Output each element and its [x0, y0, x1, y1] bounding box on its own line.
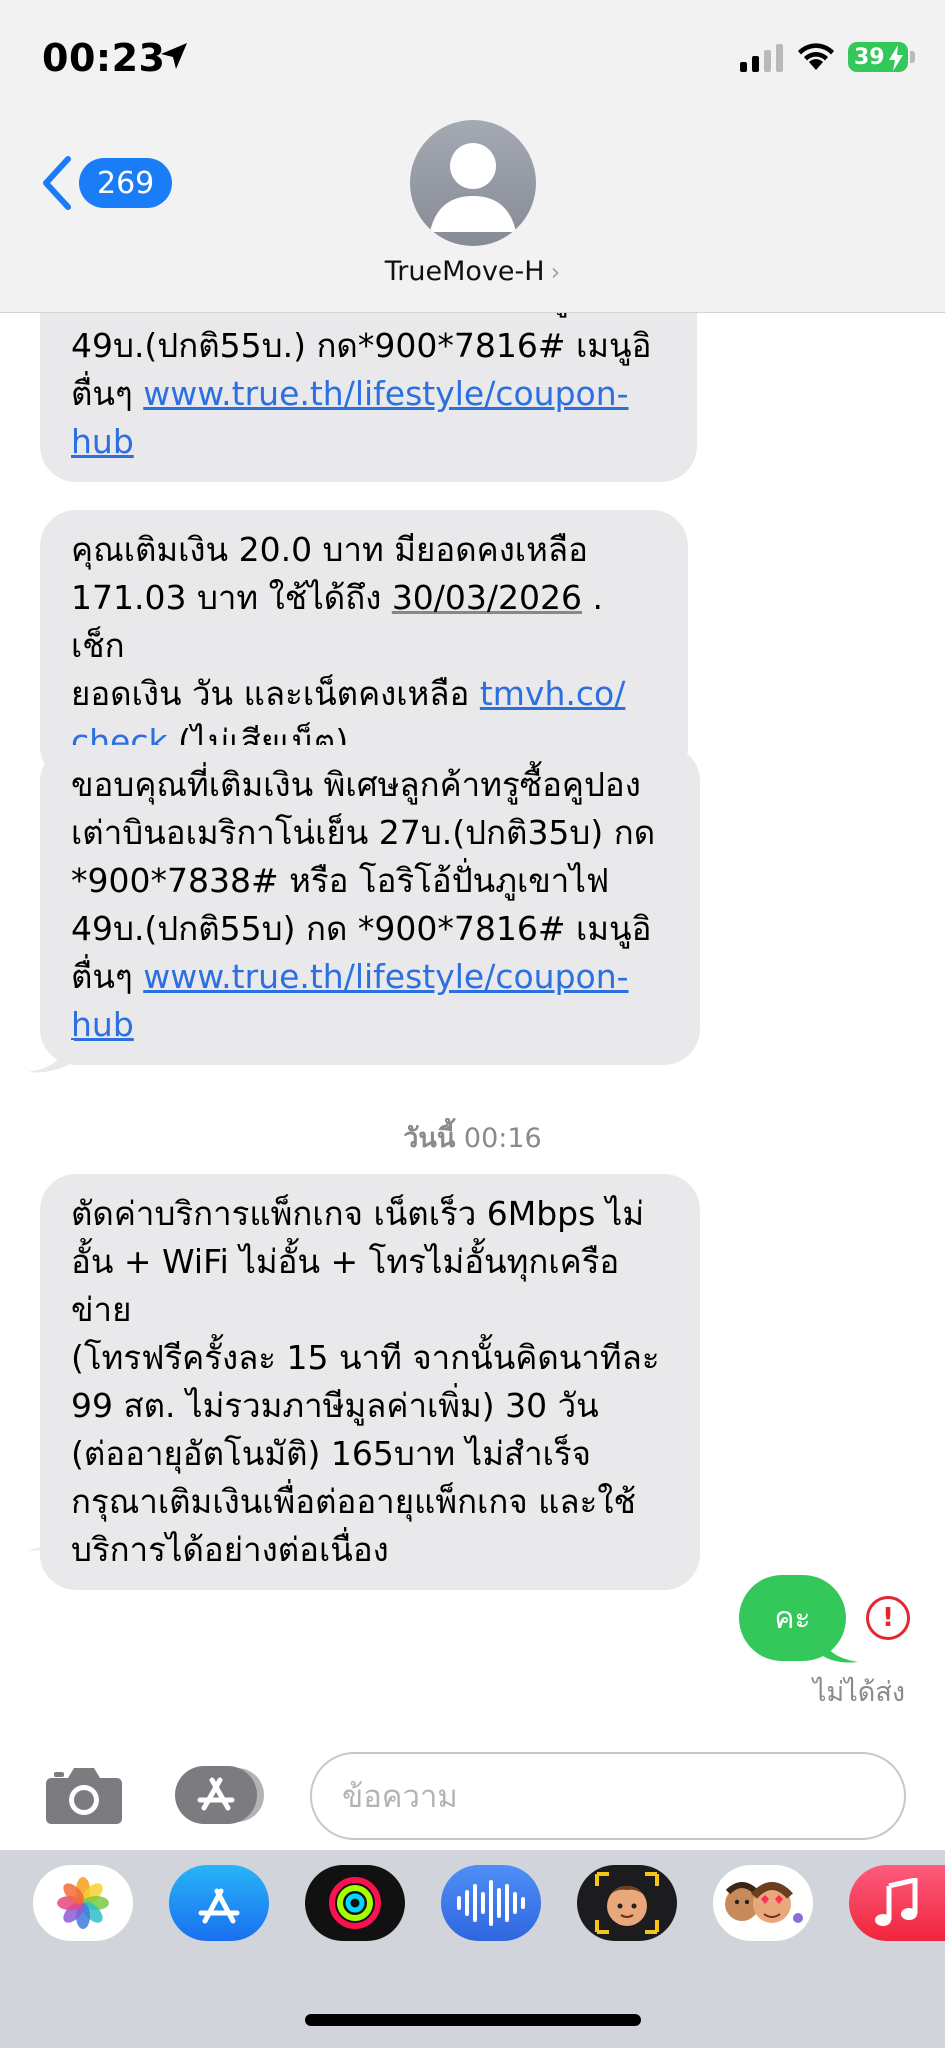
music-app-icon[interactable]: [849, 1865, 945, 1941]
message-line: ยอดเงิน วัน และเน็ตคงเหลือ: [71, 674, 480, 713]
outgoing-message-text: คะ: [774, 1600, 811, 1636]
coupon-hub-link[interactable]: www.true.th/lifestyle/coupon-: [143, 957, 628, 996]
check-link[interactable]: tmvh.co/: [480, 674, 625, 713]
battery-level: 39: [854, 44, 885, 70]
message-line: (ต่ออายุอัตโนมัติ) 165บาท ไม่สำเร็จ: [71, 1434, 591, 1473]
location-arrow-icon: [161, 43, 187, 69]
app-store-glyph-icon: [198, 1888, 240, 1924]
status-bar: 00:23 39: [0, 0, 945, 110]
message-input-placeholder: ข้อความ: [342, 1779, 458, 1815]
contact-name: TrueMove-H: [384, 256, 545, 287]
message-line: 49บ.(ปกติ55บ) กด *900*7816# เมนูอิ: [71, 909, 652, 948]
bubble-tail: [28, 1518, 74, 1551]
photos-app-icon[interactable]: [33, 1865, 133, 1941]
message-bubble[interactable]: ตัดค่าบริการแพ็กเกจ เน็ตเร็ว 6Mbps ไม่ อ…: [40, 1174, 700, 1590]
fitness-app-icon[interactable]: [305, 1865, 405, 1941]
status-time: 00:23: [42, 36, 166, 80]
message-bubble[interactable]: ขอบคุณที่เติมเงิน พิเศษลูกค้าทรูซื้อคูปอ…: [40, 745, 700, 1065]
contact-avatar[interactable]: [410, 120, 536, 246]
person-icon: [430, 143, 516, 232]
coupon-hub-link-cont[interactable]: hub: [71, 1005, 134, 1044]
message-input[interactable]: ข้อความ: [310, 1752, 906, 1840]
message-line: 171.03 บาท ใช้ได้ถึง: [71, 578, 392, 617]
message-line: (โทรฟรีครั้งละ 15 นาที จากนั้นคิดนาทีละ: [71, 1338, 660, 1377]
contact-name-button[interactable]: TrueMove-H ›: [0, 256, 945, 287]
message-line: ตัดค่าบริการแพ็กเกจ เน็ตเร็ว 6Mbps ไม่: [71, 1194, 645, 1233]
bubble-tail: [28, 1040, 74, 1073]
not-delivered-label: ไม่ได้ส่ง: [812, 1677, 905, 1708]
app-store-app-icon[interactable]: [169, 1865, 269, 1941]
message-line: เต่าบินอเมริกาโน่เย็น 27บ.(ปกติ35บ) กด: [71, 813, 656, 852]
coupon-hub-link[interactable]: www.true.th/lifestyle/coupon-: [143, 374, 628, 413]
wifi-icon: [798, 43, 834, 70]
timestamp-day: วันนี้: [403, 1123, 456, 1154]
message-line: ตื่นๆ: [71, 957, 133, 996]
timestamp: วันนี้ 00:16: [0, 1116, 945, 1159]
message-line: ตื่นๆ: [71, 374, 133, 413]
battery-cap: [910, 51, 915, 63]
home-indicator[interactable]: [305, 2014, 641, 2026]
sticker-faces-icon: [725, 1882, 803, 1923]
chevron-right-icon: ›: [550, 258, 561, 286]
photos-icon: [57, 1877, 109, 1929]
audio-message-app-icon[interactable]: [441, 1865, 541, 1941]
message-line: *900*7838# หรือ โอริโอ้ปั่นภูเขาไฟ: [71, 861, 610, 900]
message-line: คุณเติมเงิน 20.0 บาท มียอดคงเหลือ: [71, 530, 588, 569]
message-bubble[interactable]: คุณเติมเงิน 20.0 บาท มียอดคงเหลือ 171.03…: [40, 510, 688, 782]
memoji-stickers-app-icon[interactable]: [713, 1865, 813, 1941]
cellular-signal-icon: [740, 42, 783, 72]
activity-rings-icon: [329, 1877, 381, 1929]
waveform-icon: [457, 1880, 525, 1926]
app-store-icon[interactable]: [174, 1764, 270, 1826]
message-line: 49บ.(ปกติ55บ.) กด*900*7816# เมนูอิ: [71, 326, 652, 365]
timestamp-time: 00:16: [463, 1123, 542, 1154]
message-line: ขอบคุณที่เติมเงิน พิเศษลูกค้าทรูซื้อคูปอ…: [71, 765, 641, 804]
coupon-hub-link-cont[interactable]: hub: [71, 422, 134, 461]
error-glyph: !: [882, 1603, 894, 1633]
conversation-header: 269 TrueMove-H ›: [0, 110, 945, 313]
message-line: กรุณาเติมเงินเพื่อต่ออายุแพ็กเกจ และใช้: [71, 1482, 636, 1521]
message-line: บริการได้อย่างต่อเนื่อง: [71, 1530, 389, 1569]
message-line: 99 สต. ไม่รวมภาษีมูลค่าเพิ่ม) 30 วัน: [71, 1386, 599, 1425]
date-link[interactable]: 30/03/2026: [392, 578, 582, 617]
memoji-app-icon[interactable]: [577, 1865, 677, 1941]
compose-bar: ข้อความ: [0, 1740, 945, 1850]
send-error-icon[interactable]: !: [866, 1596, 910, 1640]
music-note-icon: [875, 1878, 918, 1926]
message-line: อั้น + WiFi ไม่อั้น + โทรไม่อั้นทุกเครือ…: [71, 1242, 620, 1329]
bubble-tail-outgoing: [818, 1630, 858, 1663]
charging-bolt-icon: [889, 45, 903, 71]
back-chevron-icon[interactable]: [40, 155, 74, 211]
back-unread-badge[interactable]: 269: [79, 158, 173, 208]
memoji-face-icon: [595, 1872, 659, 1934]
camera-icon[interactable]: [44, 1764, 124, 1826]
